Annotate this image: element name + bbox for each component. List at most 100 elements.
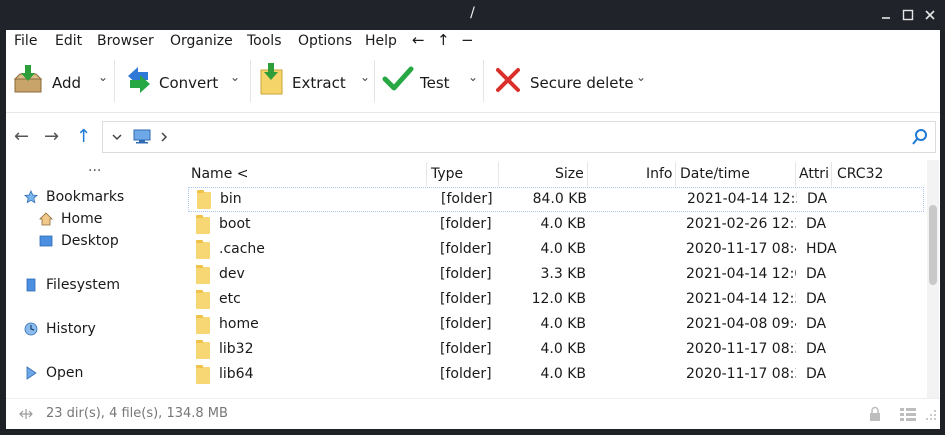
folder-icon bbox=[197, 190, 211, 209]
table-row[interactable]: .cache [folder] 4.0 KB 2020-11-17 08:49 … bbox=[186, 238, 926, 263]
minimize-icon[interactable] bbox=[878, 7, 894, 23]
delete-x-icon bbox=[496, 68, 520, 92]
address-bar: ← → ↑ bbox=[6, 112, 940, 159]
menu-edit[interactable]: Edit bbox=[55, 33, 82, 49]
scrollbar-thumb[interactable] bbox=[929, 205, 937, 285]
file-size: 4.0 KB bbox=[540, 316, 587, 332]
file-datetime: 2021-04-08 09:47 bbox=[686, 316, 796, 332]
play-icon bbox=[26, 366, 37, 380]
file-size: 4.0 KB bbox=[540, 216, 587, 232]
details-view-icon[interactable] bbox=[899, 407, 917, 421]
search-icon[interactable] bbox=[911, 128, 929, 146]
table-row[interactable]: dev [folder] 3.3 KB 2021-04-14 12:07 DA bbox=[186, 263, 926, 288]
file-attributes: DA bbox=[806, 266, 827, 282]
file-type: [folder] bbox=[440, 266, 492, 282]
maximize-icon[interactable] bbox=[900, 7, 916, 23]
star-icon bbox=[24, 190, 38, 204]
file-type: [folder] bbox=[440, 291, 492, 307]
size-grip-icon[interactable] bbox=[926, 407, 938, 421]
table-row[interactable]: etc [folder] 12.0 KB 2021-04-14 12:56 DA bbox=[186, 288, 926, 313]
up-arrow-icon[interactable]: ↑ bbox=[437, 31, 450, 49]
status-summary: 23 dir(s), 4 file(s), 134.8 MB bbox=[46, 406, 228, 421]
extract-dropdown-icon[interactable]: ⌄ bbox=[360, 70, 370, 84]
column-divider bbox=[587, 162, 588, 186]
menu-file[interactable]: File bbox=[14, 33, 37, 49]
file-name: bin bbox=[220, 191, 242, 207]
clock-icon bbox=[24, 322, 38, 336]
drive-icon bbox=[26, 278, 36, 292]
menu-organize[interactable]: Organize bbox=[170, 33, 233, 49]
file-type: [folder] bbox=[440, 216, 492, 232]
menu-browser[interactable]: Browser bbox=[97, 33, 154, 49]
file-size: 4.0 KB bbox=[540, 366, 587, 382]
column-divider bbox=[795, 162, 796, 186]
column-header-attributes[interactable]: Attri bbox=[799, 166, 829, 182]
folder-icon bbox=[196, 265, 210, 284]
file-type: [folder] bbox=[440, 316, 492, 332]
home-icon bbox=[39, 212, 53, 226]
column-divider bbox=[498, 162, 499, 186]
file-type: [folder] bbox=[440, 366, 492, 382]
secure-delete-label: Secure delete bbox=[530, 74, 634, 92]
add-button[interactable]: Add ⌄ bbox=[10, 52, 110, 110]
file-size: 4.0 KB bbox=[540, 341, 587, 357]
convert-dropdown-icon[interactable]: ⌄ bbox=[230, 70, 240, 84]
sidebar-more[interactable]: ... bbox=[88, 159, 101, 175]
table-row[interactable]: lib64 [folder] 4.0 KB 2020-11-17 08:33 D… bbox=[186, 363, 926, 388]
app-window: File Edit Browser Organize Tools Options… bbox=[6, 30, 940, 429]
window-title: / bbox=[470, 5, 475, 21]
add-dropdown-icon[interactable]: ⌄ bbox=[98, 70, 108, 84]
test-button[interactable]: Test ⌄ bbox=[380, 52, 484, 110]
chevron-right-icon[interactable] bbox=[159, 131, 169, 143]
resize-arrows-icon[interactable] bbox=[18, 407, 34, 421]
file-datetime: 2021-04-14 12:56 bbox=[686, 291, 796, 307]
secure-delete-dropdown-icon[interactable]: ⌄ bbox=[636, 70, 646, 84]
convert-label: Convert bbox=[159, 74, 219, 92]
test-dropdown-icon[interactable]: ⌄ bbox=[468, 70, 478, 84]
column-header-crc32[interactable]: CRC32 bbox=[837, 166, 883, 182]
close-icon[interactable] bbox=[922, 7, 938, 23]
file-name: lib32 bbox=[219, 341, 254, 357]
column-header-type[interactable]: Type bbox=[431, 166, 463, 182]
up-icon[interactable]: ↑ bbox=[76, 126, 91, 147]
column-header-info[interactable]: Info bbox=[646, 166, 673, 182]
add-archive-icon bbox=[13, 65, 43, 93]
column-divider bbox=[426, 162, 427, 186]
status-bar: 23 dir(s), 4 file(s), 134.8 MB bbox=[6, 398, 940, 429]
column-header-size[interactable]: Size bbox=[555, 166, 584, 182]
folder-icon bbox=[196, 315, 210, 334]
convert-icon bbox=[128, 67, 150, 93]
menu-tools[interactable]: Tools bbox=[247, 33, 282, 49]
table-row[interactable]: home [folder] 4.0 KB 2021-04-08 09:47 DA bbox=[186, 313, 926, 338]
path-field[interactable] bbox=[102, 121, 936, 153]
file-type: [folder] bbox=[440, 241, 492, 257]
checkmark-icon bbox=[382, 66, 414, 91]
convert-button[interactable]: Convert ⌄ bbox=[122, 52, 246, 110]
back-icon[interactable]: ← bbox=[14, 126, 29, 147]
file-datetime: 2021-04-14 12:56 bbox=[687, 191, 797, 207]
file-size: 4.0 KB bbox=[540, 241, 587, 257]
file-name: boot bbox=[219, 216, 251, 232]
back-arrow-icon[interactable]: ← bbox=[412, 31, 425, 49]
secure-delete-button[interactable]: Secure delete ⌄ bbox=[490, 52, 650, 110]
column-header-datetime[interactable]: Date/time bbox=[680, 166, 750, 182]
file-attributes: DA bbox=[806, 216, 827, 232]
folder-icon bbox=[196, 215, 210, 234]
column-header-name[interactable]: Name < bbox=[191, 166, 248, 182]
menu-options[interactable]: Options bbox=[298, 33, 352, 49]
lock-icon[interactable] bbox=[868, 406, 882, 422]
file-size: 12.0 KB bbox=[531, 291, 586, 307]
toolbar-separator bbox=[250, 60, 251, 102]
menu-help[interactable]: Help bbox=[365, 33, 397, 49]
forward-icon[interactable]: → bbox=[44, 126, 59, 147]
computer-icon[interactable] bbox=[133, 129, 151, 144]
table-row[interactable]: boot [folder] 4.0 KB 2021-02-26 12:37 DA bbox=[186, 213, 926, 238]
extract-button[interactable]: Extract ⌄ bbox=[256, 52, 376, 110]
minus-icon[interactable]: − bbox=[461, 31, 474, 49]
chevron-down-icon[interactable] bbox=[111, 131, 123, 143]
vertical-scrollbar[interactable] bbox=[927, 160, 939, 398]
file-name: .cache bbox=[219, 241, 265, 257]
table-row[interactable]: bin [folder] 84.0 KB 2021-04-14 12:56 DA bbox=[188, 187, 924, 212]
table-row[interactable]: lib32 [folder] 4.0 KB 2020-11-17 08:38 D… bbox=[186, 338, 926, 363]
file-attributes: DA bbox=[807, 191, 828, 207]
